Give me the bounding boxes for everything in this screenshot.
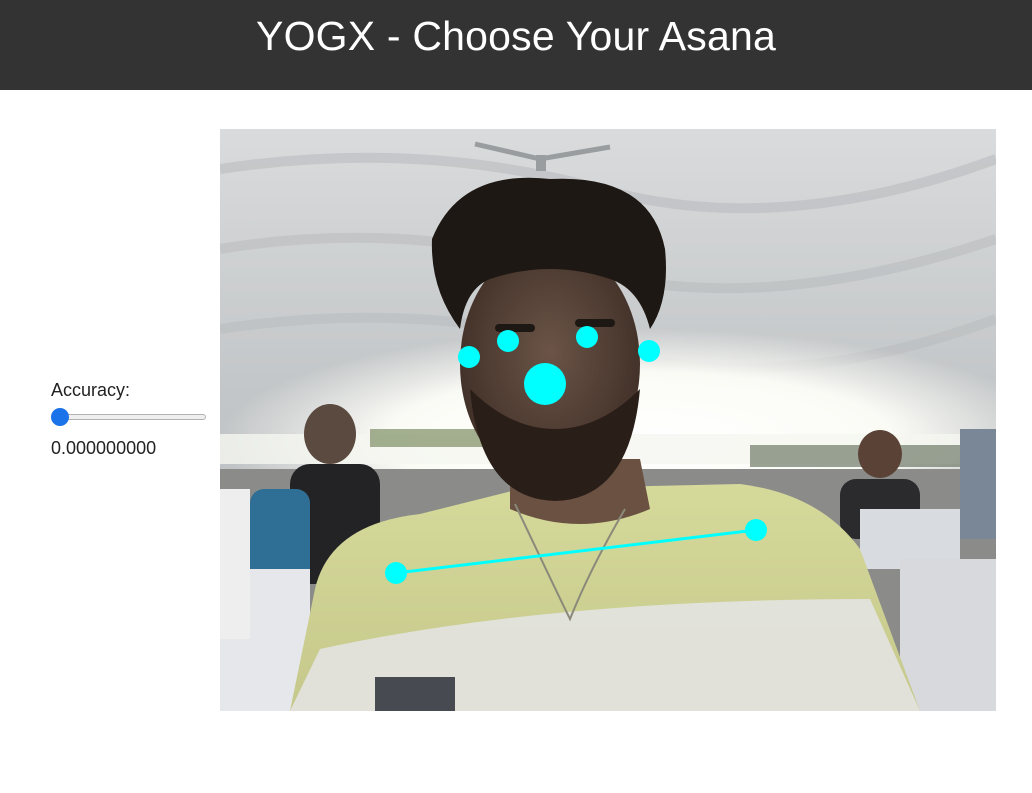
accuracy-label: Accuracy: [51, 380, 131, 400]
page-title: YOGX - Choose Your Asana [256, 13, 776, 59]
slider-track [51, 414, 206, 420]
keypoint-left-shoulder [745, 519, 767, 541]
keypoint-right-eye [497, 330, 519, 352]
slider-thumb[interactable] [51, 408, 69, 426]
keypoint-nose [524, 363, 566, 405]
accuracy-value: 0.000000000 [51, 438, 157, 458]
accuracy-panel: Accuracy: 0.000000000 [51, 379, 211, 459]
webcam-canvas [220, 129, 996, 711]
webcam-feed [220, 129, 996, 711]
keypoint-right-shoulder [385, 562, 407, 584]
keypoint-left-ear [638, 340, 660, 362]
app-header: YOGX - Choose Your Asana [0, 0, 1032, 90]
keypoint-right-ear [458, 346, 480, 368]
accuracy-slider[interactable] [51, 408, 207, 426]
keypoint-left-eye [576, 326, 598, 348]
